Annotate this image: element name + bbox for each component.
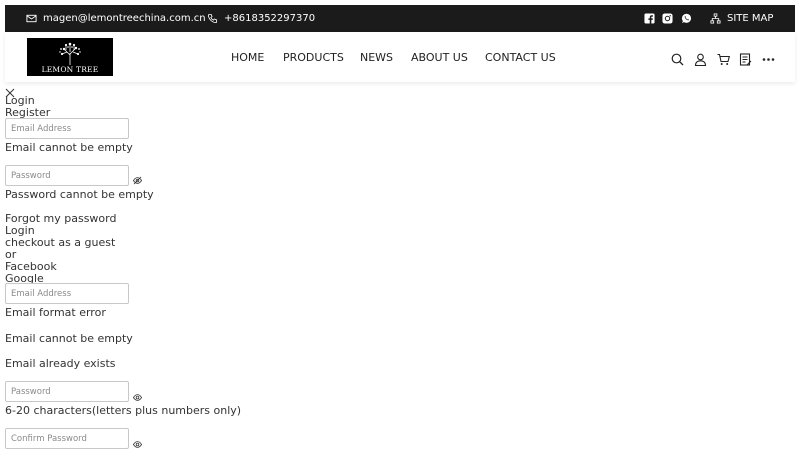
nav-item-news[interactable]: NEWS	[360, 32, 393, 82]
login-password-error: Password cannot be empty	[5, 188, 154, 201]
login-password-input[interactable]	[5, 165, 129, 186]
guest-checkout-link[interactable]: checkout as a guest	[5, 237, 115, 249]
site-map-text: SITE MAP	[727, 13, 774, 24]
more-icon[interactable]	[762, 51, 775, 64]
nav-link-about-us[interactable]: ABOUT US	[411, 51, 468, 64]
phone-icon	[207, 13, 218, 24]
nav-link-news[interactable]: NEWS	[360, 51, 393, 64]
nav-item-contact-us[interactable]: CONTACT US	[485, 32, 556, 82]
contact-phone-text: +8618352297370	[224, 13, 316, 24]
main-header: LEMON TREE HOME PRODUCTS NEWS ABOUT US C…	[5, 32, 795, 82]
nav-item-products[interactable]: PRODUCTS	[283, 32, 344, 82]
mail-icon	[26, 13, 37, 24]
register-email-exists-error: Email already exists	[5, 357, 116, 370]
logo[interactable]: LEMON TREE	[27, 38, 113, 76]
user-icon[interactable]	[694, 51, 707, 67]
eye-icon[interactable]	[132, 387, 143, 401]
orders-icon[interactable]	[739, 51, 752, 66]
confirm-password-input[interactable]	[5, 428, 129, 449]
logo-text: LEMON TREE	[41, 65, 99, 74]
register-email-format-error: Email format error	[5, 306, 106, 319]
close-icon[interactable]	[5, 83, 15, 98]
tree-logo-icon	[59, 42, 81, 65]
site-map-link[interactable]: SITE MAP	[710, 5, 773, 32]
nav-link-home[interactable]: HOME	[231, 51, 264, 64]
register-email-empty-error: Email cannot be empty	[5, 332, 133, 345]
sitemap-icon	[710, 13, 721, 24]
nav-item-about-us[interactable]: ABOUT US	[411, 32, 468, 82]
top-bar: magen@lemontreechina.com.cn +86183522973…	[5, 5, 795, 32]
login-email-error: Email cannot be empty	[5, 141, 133, 154]
login-email-input[interactable]	[5, 118, 129, 139]
contact-email-text: magen@lemontreechina.com.cn	[43, 13, 206, 24]
eye-slash-icon[interactable]	[132, 170, 143, 185]
nav-item-home[interactable]: HOME	[231, 32, 264, 82]
whatsapp-icon[interactable]	[681, 13, 692, 24]
contact-phone[interactable]: +8618352297370	[207, 5, 315, 32]
instagram-icon[interactable]	[662, 13, 673, 24]
search-icon[interactable]	[671, 51, 684, 66]
nav-link-products[interactable]: PRODUCTS	[283, 51, 344, 64]
password-hint: 6-20 characters(letters plus numbers onl…	[5, 404, 242, 417]
facebook-icon[interactable]	[644, 13, 655, 24]
cart-icon[interactable]	[717, 51, 731, 65]
contact-email[interactable]: magen@lemontreechina.com.cn	[26, 5, 206, 32]
eye-icon[interactable]	[132, 434, 143, 448]
register-password-input[interactable]	[5, 381, 129, 402]
register-email-input[interactable]	[5, 283, 129, 304]
nav-link-contact-us[interactable]: CONTACT US	[485, 51, 556, 64]
